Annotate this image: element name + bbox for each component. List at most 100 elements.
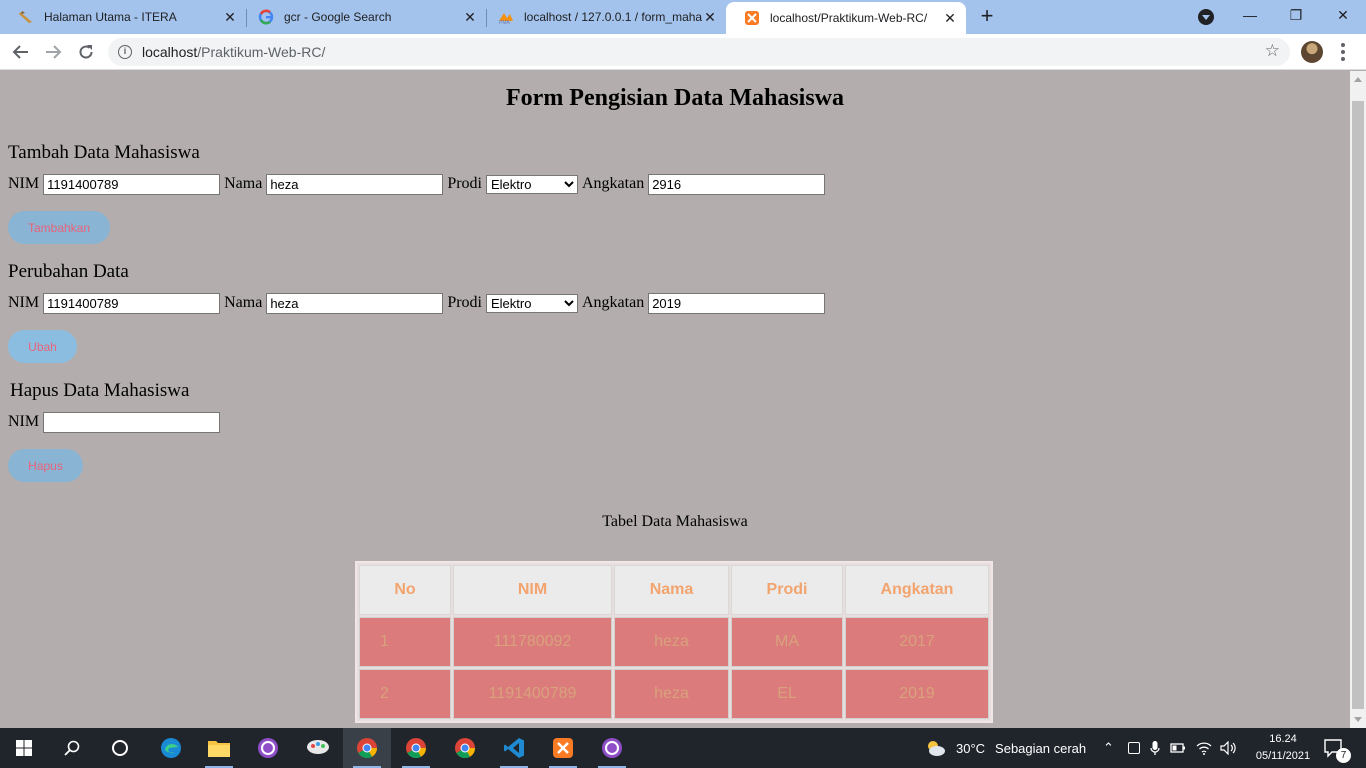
add-nama-input[interactable] (266, 173, 444, 195)
cell-nim: 1191400789 (453, 669, 612, 719)
prodi-label: Prodi (447, 175, 482, 192)
taskbar-file-explorer[interactable] (195, 728, 243, 768)
edit-nama-input[interactable] (266, 292, 444, 314)
add-prodi-select[interactable]: Elektro (485, 174, 578, 194)
page-content: Form Pengisian Data Mahasiswa Tambah Dat… (0, 71, 1350, 728)
url-text: localhost/Praktikum-Web-RC/ (142, 44, 325, 60)
start-button[interactable] (0, 728, 48, 768)
chrome-icon (357, 738, 378, 759)
xampp-icon (553, 738, 573, 758)
windows-logo-icon (16, 740, 32, 756)
back-arrow-icon (12, 45, 28, 59)
browser-menu-icon[interactable] (1338, 41, 1348, 63)
tab-title: localhost / 127.0.0.1 / form_maha (524, 10, 702, 24)
forward-button[interactable] (40, 39, 66, 65)
taskbar-paint-app[interactable] (294, 728, 342, 768)
reload-icon (79, 45, 93, 59)
cell-prodi: MA (731, 617, 843, 667)
maximize-button[interactable]: ❐ (1273, 0, 1319, 30)
show-hidden-icons-icon[interactable]: ⌃ (1103, 740, 1114, 756)
ubah-button[interactable]: Ubah (8, 330, 77, 363)
minimize-button[interactable]: — (1227, 0, 1273, 30)
tab-title: gcr - Google Search (284, 10, 392, 24)
tab-itera[interactable]: Halaman Utama - ITERA ✕ (0, 0, 246, 34)
google-favicon-icon (258, 9, 274, 25)
search-icon (64, 740, 80, 756)
svg-text:PMA: PMA (499, 20, 511, 25)
tab-close-icon[interactable]: ✕ (222, 9, 238, 25)
paint-palette-icon (307, 740, 329, 754)
bookmark-star-icon[interactable]: ☆ (1265, 41, 1280, 61)
task-view-button[interactable] (96, 728, 144, 768)
clock-time: 16.24 (1269, 733, 1297, 745)
page-scrollbar[interactable] (1350, 71, 1366, 728)
tab-phpmyadmin[interactable]: PMA localhost / 127.0.0.1 / form_maha ✕ (480, 0, 726, 34)
nim-label: NIM (8, 175, 40, 192)
wifi-icon[interactable] (1196, 741, 1212, 755)
scroll-up-icon[interactable] (1354, 77, 1362, 82)
taskbar-xampp[interactable] (539, 728, 587, 768)
table-row: 1 111780092 heza MA 2017 (359, 617, 989, 667)
tab-close-icon[interactable]: ✕ (702, 9, 718, 25)
new-tab-button[interactable]: + (976, 5, 998, 28)
col-header-angkatan: Angkatan (845, 565, 989, 615)
cell-angkatan: 2019 (845, 669, 989, 719)
xampp-favicon-icon (744, 10, 760, 26)
edit-prodi-select[interactable]: Elektro (485, 293, 578, 313)
taskbar-edge[interactable] (147, 728, 195, 768)
taskbar-github-desktop[interactable] (244, 728, 292, 768)
battery-icon[interactable] (1170, 742, 1186, 754)
profile-avatar[interactable] (1301, 41, 1323, 63)
taskbar-chrome-profile-3[interactable] (441, 728, 489, 768)
microphone-icon[interactable] (1150, 740, 1160, 756)
tambahkan-button[interactable]: Tambahkan (8, 211, 110, 244)
tab-close-icon[interactable]: ✕ (942, 10, 958, 26)
search-button[interactable] (48, 728, 96, 768)
cell-angkatan: 2017 (845, 617, 989, 667)
nama-label: Nama (224, 175, 263, 192)
taskbar-clock[interactable]: 16.24 05/11/2021 (1248, 731, 1318, 765)
windows-taskbar: 30°C Sebagian cerah ⌃ 16.24 05/11/2021 7 (0, 728, 1366, 768)
back-button[interactable] (8, 39, 34, 65)
weather-widget[interactable]: 30°C Sebagian cerah (924, 728, 1086, 768)
system-tray: ⌃ (1103, 728, 1238, 768)
scrollbar-thumb[interactable] (1352, 101, 1364, 709)
notification-center-button[interactable]: 7 (1312, 728, 1356, 768)
site-info-icon[interactable]: i (118, 45, 132, 59)
hapus-button[interactable]: Hapus (8, 449, 83, 482)
url-host: localhost (142, 44, 198, 60)
chrome-icon (406, 738, 427, 759)
tab-search-icon[interactable] (1198, 9, 1214, 25)
address-bar[interactable]: i localhost/Praktikum-Web-RC/ ☆ (108, 38, 1290, 66)
meet-now-icon[interactable] (1127, 742, 1140, 754)
tab-title: Halaman Utama - ITERA (44, 10, 177, 24)
close-window-button[interactable]: ✕ (1320, 0, 1366, 30)
clock-date: 05/11/2021 (1255, 750, 1311, 762)
edit-form-row: NIM Nama Prodi Elektro Angkatan (8, 292, 829, 314)
taskbar-github-desktop-2[interactable] (588, 728, 636, 768)
table-header-row: No NIM Nama Prodi Angkatan (359, 565, 989, 615)
col-header-prodi: Prodi (731, 565, 843, 615)
add-angkatan-input[interactable] (648, 173, 826, 195)
tab-google-search[interactable]: gcr - Google Search ✕ (240, 0, 486, 34)
phpmyadmin-favicon-icon: PMA (498, 9, 514, 25)
add-nim-input[interactable] (43, 173, 221, 195)
github-icon (602, 738, 622, 758)
reload-button[interactable] (73, 39, 99, 65)
taskbar-chrome-active[interactable] (343, 728, 391, 768)
notification-count-badge: 7 (1336, 748, 1351, 763)
cell-nama: heza (614, 669, 729, 719)
edit-nim-input[interactable] (43, 292, 221, 314)
tab-close-icon[interactable]: ✕ (462, 9, 478, 25)
taskbar-vscode[interactable] (490, 728, 538, 768)
volume-icon[interactable] (1220, 741, 1238, 755)
scroll-down-icon[interactable] (1354, 717, 1362, 722)
delete-nim-input[interactable] (43, 411, 221, 433)
add-form-row: NIM Nama Prodi Elektro Angkatan (8, 173, 829, 195)
taskbar-chrome-profile-2[interactable] (392, 728, 440, 768)
tab-praktikum-active[interactable]: localhost/Praktikum-Web-RC/ ✕ (726, 2, 966, 34)
cortana-circle-icon (112, 740, 128, 756)
edit-angkatan-input[interactable] (648, 292, 826, 314)
delete-section-heading: Hapus Data Mahasiswa (10, 380, 190, 401)
github-icon (258, 738, 278, 758)
